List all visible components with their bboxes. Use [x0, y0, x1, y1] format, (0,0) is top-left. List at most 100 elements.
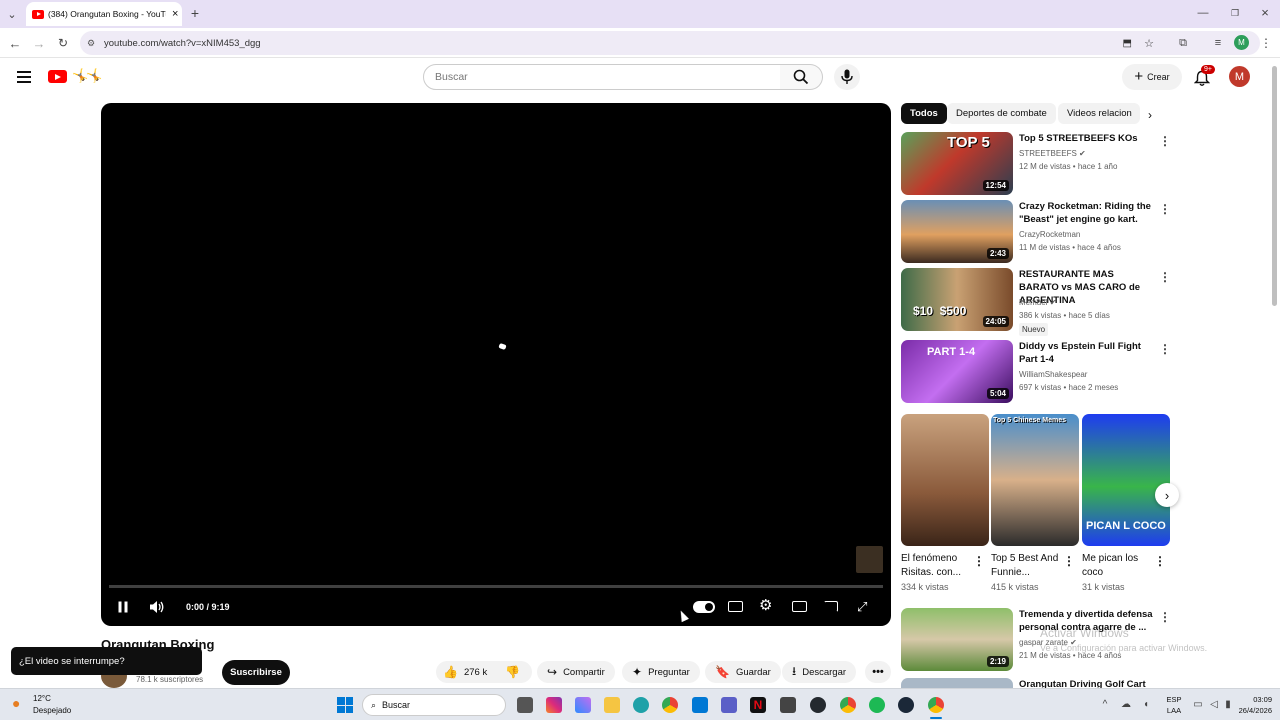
chips-next-chevron-icon[interactable]: › [1148, 108, 1152, 122]
create-button[interactable]: + Crear [1122, 64, 1182, 90]
task-view-icon[interactable] [517, 697, 533, 713]
steam-icon[interactable] [898, 697, 914, 713]
forward-icon[interactable]: → [31, 35, 47, 51]
page-scrollbar[interactable] [1272, 66, 1277, 306]
install-icon[interactable]: ⬒ [1123, 38, 1132, 49]
short-thumbnail[interactable]: PICAN L COCO [1082, 414, 1170, 546]
chrome-active-icon[interactable] [928, 697, 944, 713]
video-thumbnail[interactable]: $10 $500 24:05 [901, 268, 1013, 331]
display-icon[interactable]: ▭ [1192, 698, 1204, 710]
theater-mode-icon[interactable] [792, 601, 807, 612]
recommendation-title[interactable]: Top 5 STREETBEEFS KOs [1019, 132, 1154, 145]
more-options-icon[interactable]: ⋮ [1159, 270, 1171, 284]
recommendation-title[interactable]: Orangutan Driving Golf Cart [1019, 678, 1154, 688]
short-options-icon[interactable]: ⋮ [1154, 554, 1166, 568]
end-card-thumbnail[interactable] [856, 546, 883, 573]
search-button[interactable] [780, 64, 823, 90]
back-icon[interactable]: ← [7, 35, 23, 51]
ask-button[interactable]: ✦ Preguntar [622, 661, 700, 683]
video-thumbnail[interactable]: TOP 5 12:54 [901, 132, 1013, 195]
account-avatar[interactable]: M [1229, 66, 1250, 87]
more-actions-button[interactable]: ••• [865, 661, 891, 683]
more-options-icon[interactable]: ⋮ [1159, 610, 1171, 624]
recommendation-item[interactable]: Orangutan Driving Golf Cart [901, 678, 1181, 688]
chip-videos-relacionados[interactable]: Videos relacion [1058, 103, 1140, 124]
short-item[interactable]: El fenómeno Risitas. con... 334 k vistas… [901, 414, 989, 592]
autoplay-toggle[interactable] [693, 601, 715, 613]
cast-icon[interactable] [824, 601, 838, 612]
channel-name[interactable]: Memuel ✔ [1019, 296, 1056, 309]
extensions-icon[interactable]: ⧉ [1175, 35, 1191, 51]
hamburger-menu-icon[interactable] [17, 71, 31, 83]
address-bar[interactable]: ⚙ youtube.com/watch?v=xNIM453_dgg ⬒ ☆ [80, 31, 1260, 55]
recommendation-title[interactable]: Crazy Rocketman: Riding the "Beast" jet … [1019, 200, 1154, 226]
tab-close-icon[interactable]: × [172, 8, 178, 20]
video-thumbnail[interactable]: PART 1-4 5:04 [901, 340, 1013, 403]
video-thumbnail[interactable]: 2:19 [901, 608, 1013, 671]
recommendation-item[interactable]: TOP 5 12:54 Top 5 STREETBEEFS KOs STREET… [901, 132, 1181, 196]
short-options-icon[interactable]: ⋮ [973, 554, 985, 568]
channel-name[interactable]: WilliamShakespear [1019, 368, 1087, 381]
video-thumbnail[interactable] [901, 678, 1013, 688]
browser-tab[interactable]: (384) Orangutan Boxing - YouTube × [26, 2, 182, 26]
url-text[interactable]: youtube.com/watch?v=xNIM453_dgg [104, 38, 261, 49]
volume-tray-icon[interactable]: ◁ [1208, 698, 1220, 710]
store-icon[interactable] [780, 697, 796, 713]
progress-bar[interactable] [109, 585, 883, 588]
short-item[interactable]: PICAN L COCO Me pican los coco 31 k vist… [1082, 414, 1170, 592]
chip-deportes[interactable]: Deportes de combate [947, 103, 1056, 124]
short-thumbnail[interactable] [901, 414, 989, 546]
channel-name[interactable]: CrazyRocketman [1019, 228, 1080, 241]
recommendation-item[interactable]: 2:43 Crazy Rocketman: Riding the "Beast"… [901, 200, 1181, 264]
more-options-icon[interactable]: ⋮ [1159, 202, 1171, 216]
shorts-next-button[interactable]: › [1155, 483, 1179, 507]
voice-search-button[interactable] [834, 64, 860, 90]
reload-icon[interactable]: ↻ [55, 35, 71, 51]
volume-button[interactable] [149, 600, 165, 614]
netflix-icon[interactable]: N [750, 697, 766, 713]
media-icon[interactable]: ≡ [1210, 35, 1226, 51]
short-thumbnail[interactable]: Top 5 Chinese Memes [991, 414, 1079, 546]
teams-icon[interactable] [721, 697, 737, 713]
search-input[interactable]: Buscar [423, 64, 781, 90]
subscribe-button[interactable]: Suscribirse [222, 660, 290, 685]
share-button[interactable]: ↪ Compartir [537, 661, 615, 683]
interruption-toast[interactable]: ¿El video se interrumpe? [11, 647, 202, 675]
subtitles-icon[interactable] [728, 601, 743, 612]
pause-button[interactable] [117, 601, 129, 613]
short-options-icon[interactable]: ⋮ [1063, 554, 1075, 568]
chrome-profile-icon[interactable] [840, 697, 856, 713]
language-indicator[interactable]: ESP LAA [1163, 694, 1185, 716]
video-thumbnail[interactable]: 2:43 [901, 200, 1013, 263]
bookmark-star-icon[interactable]: ☆ [1144, 37, 1154, 50]
recommendation-item[interactable]: PART 1-4 5:04 Diddy vs Epstein Full Figh… [901, 340, 1181, 404]
onedrive-icon[interactable]: ☁ [1120, 698, 1132, 710]
fullscreen-icon[interactable]: ⤢ [857, 599, 867, 615]
short-item[interactable]: Top 5 Chinese Memes Top 5 Best And Funni… [991, 414, 1079, 592]
chrome-app-icon[interactable] [662, 697, 678, 713]
profile-avatar[interactable]: M [1234, 35, 1249, 50]
file-explorer-icon[interactable] [604, 697, 620, 713]
recommendation-title[interactable]: Diddy vs Epstein Full Fight Part 1-4 [1019, 340, 1154, 366]
save-button[interactable]: 🔖 Guardar [705, 661, 781, 683]
dislike-button[interactable]: 👎 [505, 661, 520, 683]
clock[interactable]: 03:09 26/4/2026 [1228, 694, 1272, 716]
start-button[interactable] [337, 697, 353, 713]
close-window-icon[interactable]: × [1258, 5, 1272, 20]
minimize-icon[interactable]: — [1196, 6, 1210, 20]
weather-widget[interactable]: ● 12°C Despejado [10, 692, 100, 718]
taskbar-search[interactable]: ⌕ Buscar [362, 694, 506, 716]
notifications-button[interactable]: 9+ [1192, 65, 1215, 88]
download-button[interactable]: ⭳ Descargar [782, 661, 857, 683]
more-options-icon[interactable]: ⋮ [1159, 134, 1171, 148]
tab-list-icon[interactable]: ⌄ [4, 6, 20, 22]
new-tab-icon[interactable]: + [188, 5, 202, 21]
tray-chevron-icon[interactable]: ^ [1099, 698, 1111, 710]
instagram-icon[interactable] [546, 697, 562, 713]
youtube-logo[interactable]: 🤸🤸 [48, 68, 116, 86]
short-title[interactable]: Me pican los coco [1082, 552, 1158, 580]
recommendation-item[interactable]: 2:19 Tremenda y divertida defensa person… [901, 608, 1181, 672]
settings-gear-icon[interactable]: ⚙ [759, 596, 772, 614]
mail-icon[interactable] [692, 697, 708, 713]
like-button[interactable]: 👍 276 k [443, 661, 487, 683]
